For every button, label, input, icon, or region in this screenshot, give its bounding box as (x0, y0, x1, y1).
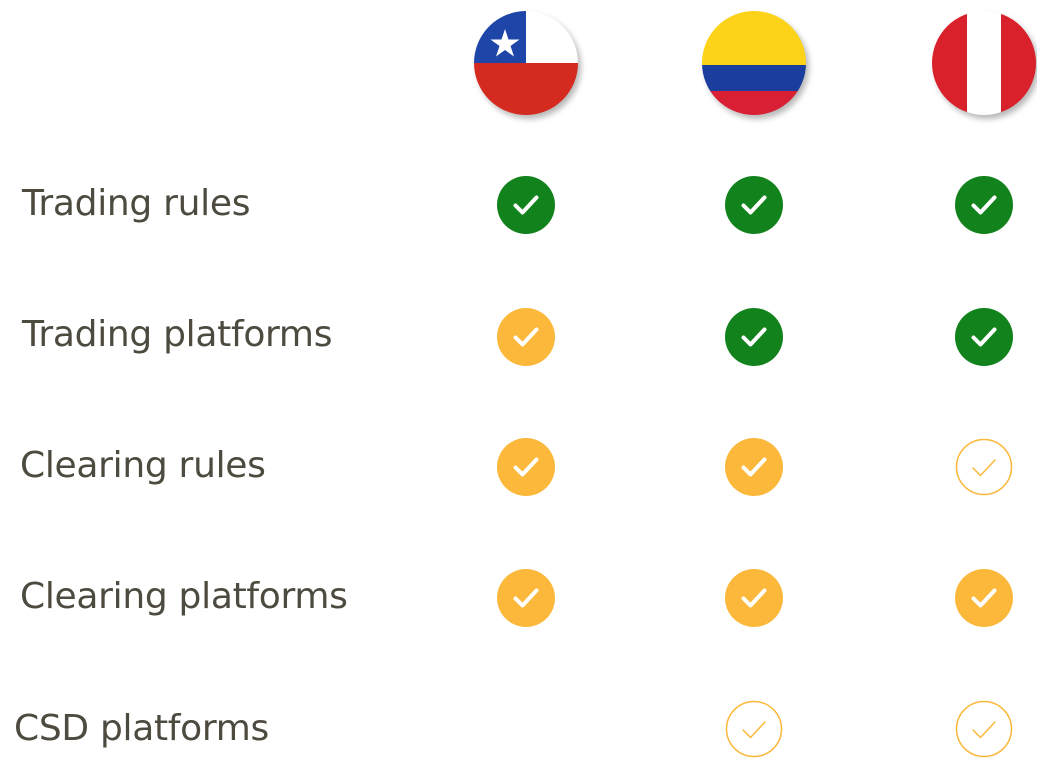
colombia-flag-icon (702, 11, 806, 115)
status-full-check-icon (725, 176, 783, 234)
chile-flag-icon (474, 11, 578, 115)
status-planned-check-icon (955, 700, 1013, 758)
status-partial-check-icon (497, 308, 555, 366)
peru-flag-icon (932, 11, 1036, 115)
status-full-check-icon (725, 308, 783, 366)
status-planned-check-icon (955, 438, 1013, 496)
status-full-check-icon (497, 176, 555, 234)
status-full-check-icon (955, 176, 1013, 234)
status-partial-check-icon (955, 569, 1013, 627)
status-planned-check-icon (725, 700, 783, 758)
status-partial-check-icon (497, 438, 555, 496)
status-full-check-icon (955, 308, 1013, 366)
row-label-csd-platforms: CSD platforms (14, 708, 269, 749)
status-partial-check-icon (497, 569, 555, 627)
row-label-trading-rules: Trading rules (22, 183, 251, 224)
row-label-clearing-platforms: Clearing platforms (20, 576, 348, 617)
status-partial-check-icon (725, 438, 783, 496)
row-label-clearing-rules: Clearing rules (20, 445, 266, 486)
row-label-trading-platforms: Trading platforms (22, 314, 333, 355)
status-partial-check-icon (725, 569, 783, 627)
